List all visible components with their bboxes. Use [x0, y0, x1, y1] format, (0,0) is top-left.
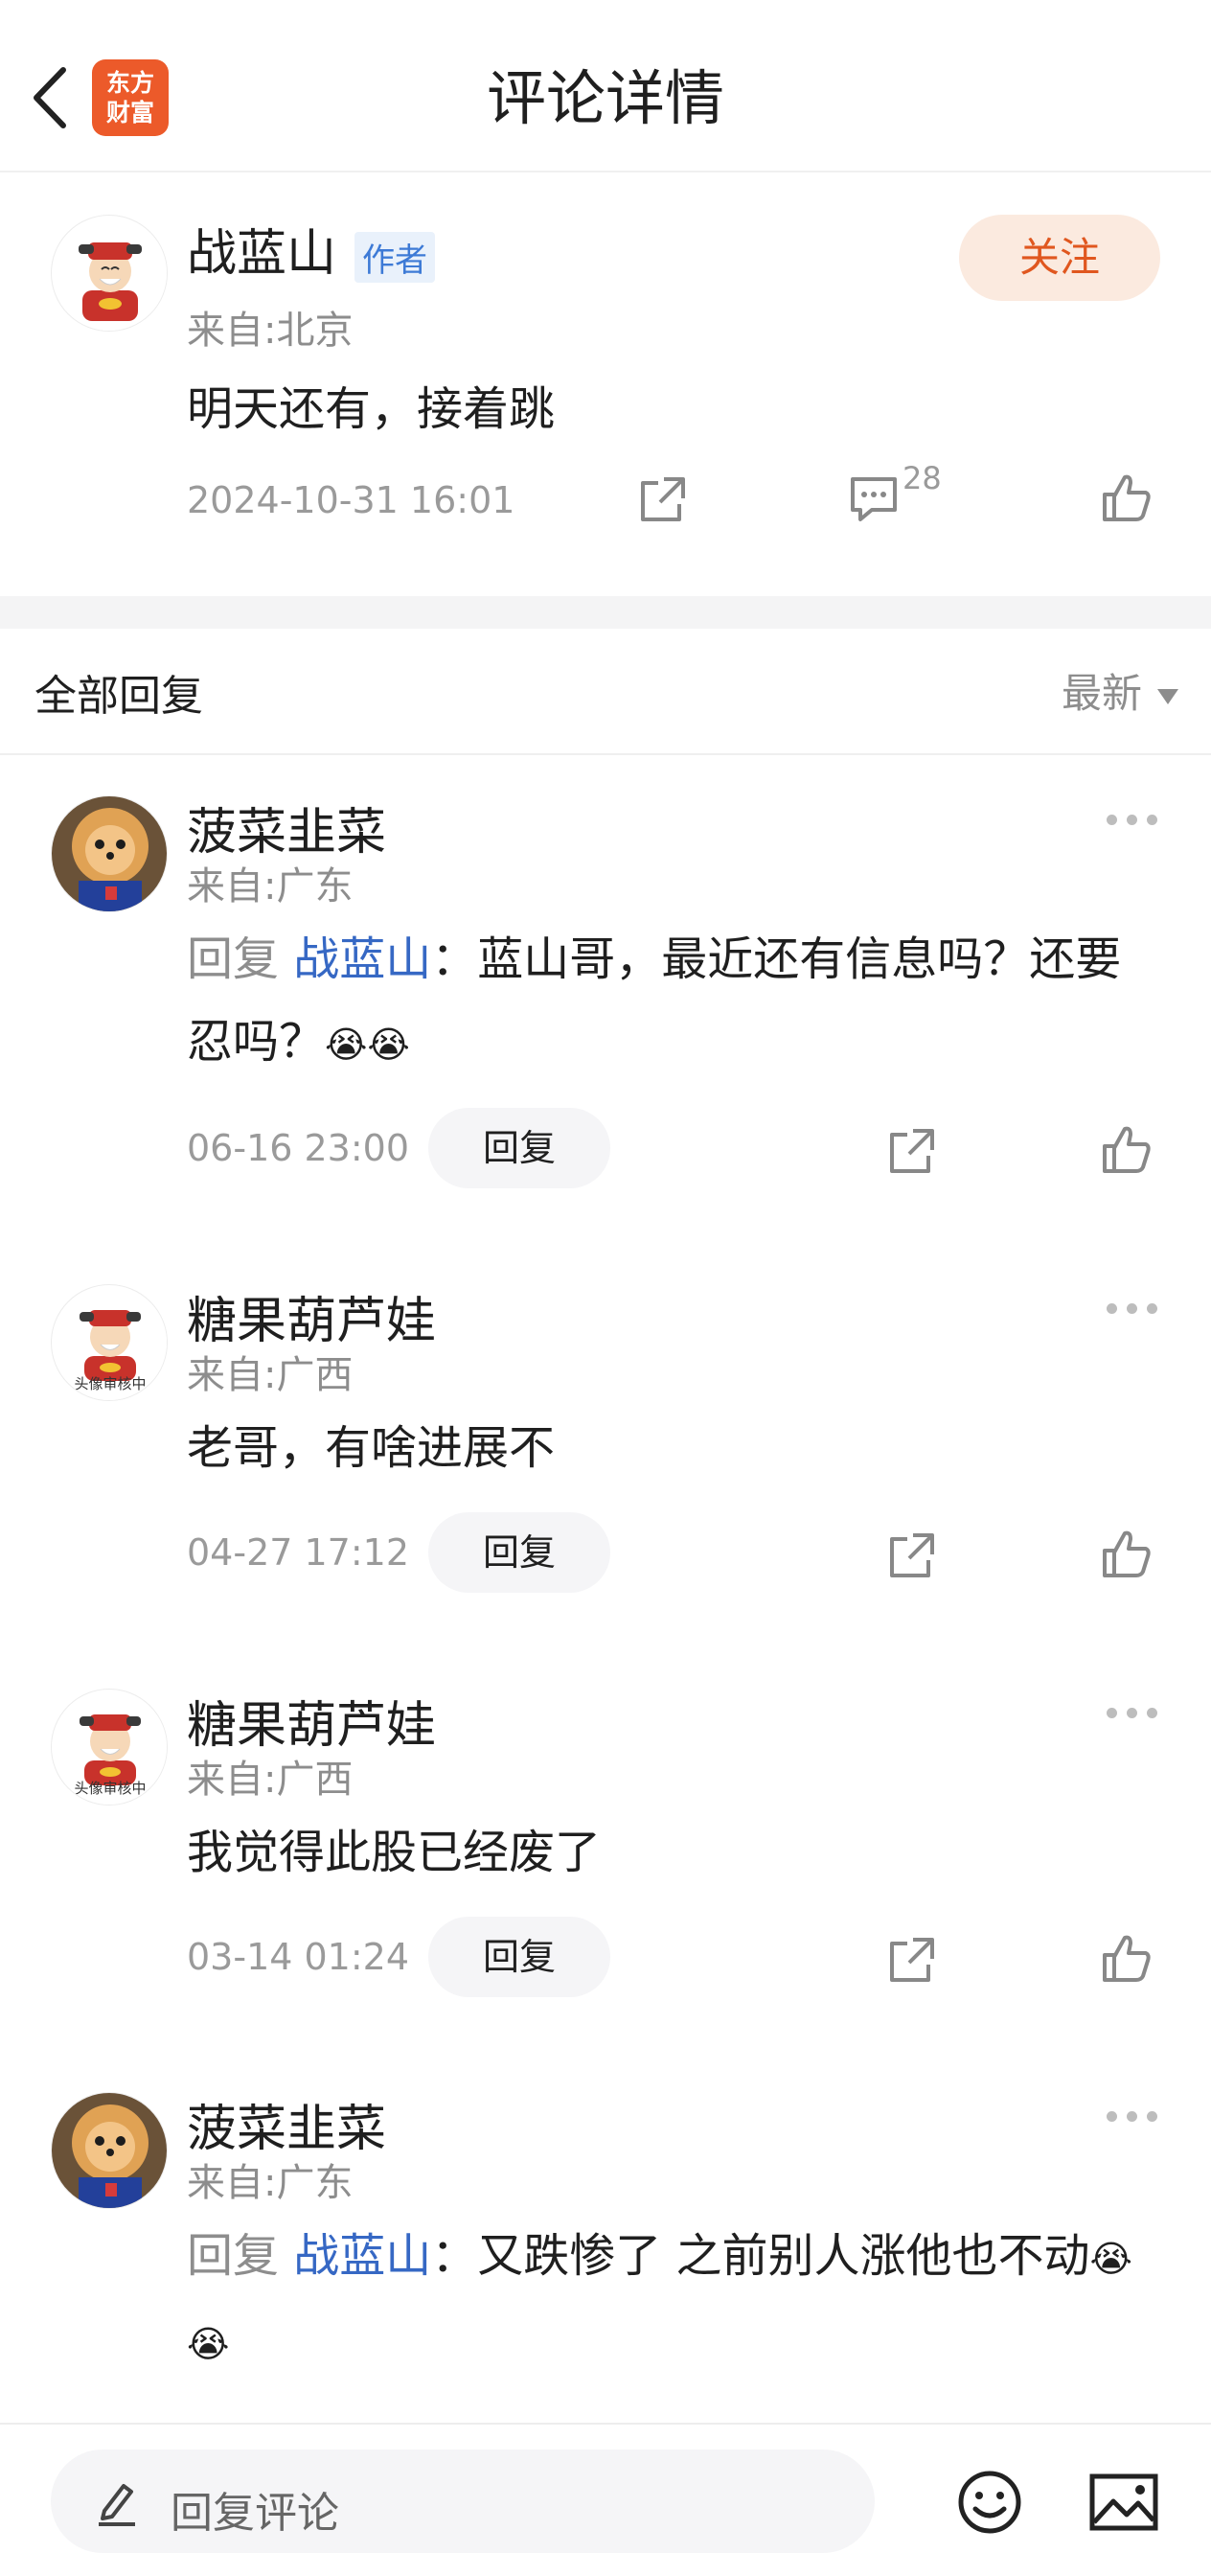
god-of-wealth-avatar-icon [53, 217, 167, 331]
follow-button[interactable]: 关注 [959, 215, 1160, 301]
reply-author[interactable]: 糖果葫芦娃 [187, 1685, 436, 1757]
author-location: 来自:北京 [187, 309, 354, 353]
reply-text: 回复 战蓝山：蓝山哥，最近还有信息吗？还要忍吗？😭😭 [187, 918, 1164, 1086]
sort-dropdown[interactable]: 最新 [1062, 661, 1178, 720]
dog-avatar-icon [52, 2093, 167, 2208]
image-icon[interactable] [1088, 2472, 1159, 2532]
comment-icon[interactable] [847, 473, 901, 525]
page-title: 评论详情 [486, 63, 724, 133]
reply-time: 04-27 17:12 [187, 1531, 410, 1574]
bottom-reply-bar: 回复评论 [0, 2423, 1211, 2576]
reply-footer: 06-16 23:00 回复 [187, 1108, 1164, 1188]
author-avatar[interactable] [51, 215, 168, 332]
replies-section-title: 全部回复 [34, 672, 203, 721]
reply-button[interactable]: 回复 [428, 1512, 610, 1593]
pencil-icon [99, 2484, 135, 2526]
like-icon[interactable] [1100, 472, 1154, 525]
reply-prefix: 回复 [187, 932, 294, 986]
reply-footer: 03-14 01:24 回复 [187, 1917, 1164, 1997]
reply-content: ：又跌惨了 之前别人涨他也不动 [431, 2229, 1090, 2283]
sort-label: 最新 [1061, 670, 1142, 717]
reply-prefix: 回复 [187, 2229, 294, 2283]
reply-input[interactable]: 回复评论 [51, 2450, 875, 2553]
more-options-icon[interactable] [1107, 1708, 1157, 1718]
like-icon[interactable] [1100, 1932, 1154, 1986]
reply-content: 老哥，有啥进展不 [187, 1421, 556, 1475]
reply-item: 菠菜韭菜 来自:广东 回复 战蓝山：蓝山哥，最近还有信息吗？还要忍吗？😭😭 06… [0, 757, 1211, 1188]
share-icon[interactable] [886, 1934, 938, 1986]
reply-avatar[interactable]: 头像审核中 [51, 1284, 168, 1401]
reply-text: 回复 战蓝山：又跌惨了 之前别人涨他也不动😭😭 [187, 2215, 1164, 2385]
avatar-caption: 头像审核中 [74, 1780, 147, 1797]
comment-count: 28 [903, 460, 942, 496]
share-icon[interactable] [637, 473, 689, 525]
author-badge: 作者 [354, 232, 435, 283]
reply-content: 我觉得此股已经废了 [187, 1826, 602, 1879]
reply-item: 头像审核中 糖果葫芦娃 来自:广西 我觉得此股已经废了 03-14 01:24 … [0, 1650, 1211, 2014]
reply-avatar[interactable] [51, 2092, 168, 2209]
divider [0, 753, 1211, 755]
section-separator [0, 596, 1211, 629]
reply-button[interactable]: 回复 [428, 1108, 610, 1188]
reply-avatar[interactable] [51, 795, 168, 912]
reply-target[interactable]: 战蓝山 [293, 2229, 431, 2283]
reply-location: 来自:广西 [187, 1353, 354, 1397]
reply-location: 来自:广东 [187, 2161, 354, 2205]
like-icon[interactable] [1100, 1123, 1154, 1177]
share-icon[interactable] [886, 1125, 938, 1177]
reply-input-placeholder: 回复评论 [171, 2489, 339, 2538]
main-comment: 战蓝山 作者 关注 来自:北京 明天还有，接着跳 2024-10-31 16:0… [0, 174, 1211, 596]
comment-text: 明天还有，接着跳 [187, 382, 556, 436]
comment-time: 2024-10-31 16:01 [187, 479, 515, 521]
emoji-icon[interactable] [956, 2469, 1023, 2536]
reply-button[interactable]: 回复 [428, 1917, 610, 1997]
avatar-caption: 头像审核中 [74, 1375, 147, 1392]
reply-author[interactable]: 菠菜韭菜 [187, 792, 386, 863]
reply-avatar[interactable]: 头像审核中 [51, 1689, 168, 1806]
share-icon[interactable] [886, 1530, 938, 1581]
like-icon[interactable] [1100, 1528, 1154, 1581]
reply-author[interactable]: 糖果葫芦娃 [187, 1280, 436, 1352]
more-options-icon[interactable] [1107, 2111, 1157, 2122]
reply-item: 菠菜韭菜 来自:广东 回复 战蓝山：又跌惨了 之前别人涨他也不动😭😭 [0, 2054, 1211, 2423]
reply-target[interactable]: 战蓝山 [293, 932, 431, 986]
reply-time: 06-16 23:00 [187, 1127, 410, 1169]
reply-item: 头像审核中 糖果葫芦娃 来自:广西 老哥，有啥进展不 04-27 17:12 回… [0, 1246, 1211, 1610]
caret-down-icon [1157, 688, 1178, 704]
author-name[interactable]: 战蓝山 [187, 213, 336, 285]
reply-location: 来自:广西 [187, 1758, 354, 1802]
top-bar: 东方 财富 评论详情 [0, 0, 1211, 172]
reply-author[interactable]: 菠菜韭菜 [187, 2088, 386, 2160]
reply-location: 来自:广东 [187, 864, 354, 908]
more-options-icon[interactable] [1107, 815, 1157, 825]
crying-emoji-icon: 😭😭 [325, 1024, 410, 1066]
reply-footer: 04-27 17:12 回复 [187, 1512, 1164, 1593]
reply-time: 03-14 01:24 [187, 1936, 410, 1978]
dog-avatar-icon [52, 796, 167, 911]
more-options-icon[interactable] [1107, 1303, 1157, 1314]
